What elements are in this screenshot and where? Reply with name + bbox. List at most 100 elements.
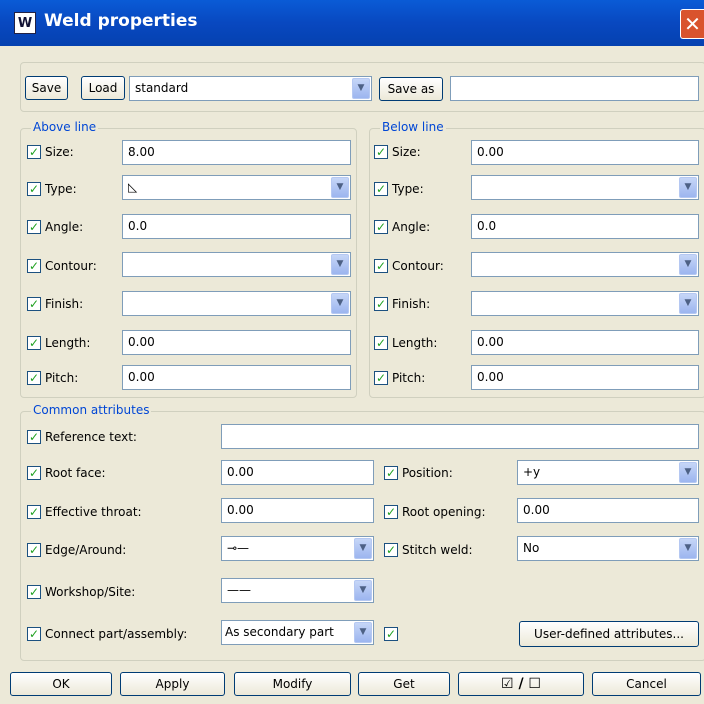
connect-part-dropdown[interactable]: As secondary part ▼ <box>221 620 374 645</box>
checkmark-icon: ✓ <box>27 220 41 234</box>
weld-properties-dialog: W Weld properties ✕ Save Load standard ▼ … <box>0 0 704 704</box>
chevron-down-icon[interactable]: ▼ <box>331 177 349 198</box>
get-button[interactable]: Get <box>358 672 450 696</box>
apply-button[interactable]: Apply <box>120 672 225 696</box>
workshop-site-checkbox[interactable]: ✓ Workshop/Site: <box>27 582 135 602</box>
below-type-label: Type: <box>392 182 424 196</box>
checkmark-icon: ✓ <box>27 430 41 444</box>
below-pitch-input[interactable]: 0.00 <box>471 365 699 390</box>
reference-text-label: Reference text: <box>45 430 137 444</box>
above-pitch-input[interactable]: 0.00 <box>122 365 351 390</box>
root-opening-checkbox[interactable]: ✓ Root opening: <box>384 502 486 522</box>
workshop-site-label: Workshop/Site: <box>45 585 136 599</box>
chevron-down-icon[interactable]: ▼ <box>354 622 372 643</box>
effective-throat-checkbox[interactable]: ✓ Effective throat: <box>27 502 142 522</box>
save-as-name-input[interactable] <box>450 76 699 101</box>
toggle-all-checkbox[interactable]: ✓ <box>384 624 402 644</box>
checkmark-icon: ✓ <box>374 297 388 311</box>
stitch-weld-checkbox[interactable]: ✓ Stitch weld: <box>384 540 473 560</box>
checkmark-icon: ✓ <box>27 627 41 641</box>
below-size-checkbox[interactable]: ✓ Size: <box>374 142 421 162</box>
save-as-button[interactable]: Save as <box>379 77 443 101</box>
checkmark-icon: ✓ <box>27 371 41 385</box>
app-icon: W <box>14 12 36 34</box>
edge-around-checkbox[interactable]: ✓ Edge/Around: <box>27 540 126 560</box>
checkmark-icon: ✓ <box>27 297 41 311</box>
chevron-down-icon[interactable]: ▼ <box>679 177 697 198</box>
above-finish-label: Finish: <box>45 297 84 311</box>
below-finish-checkbox[interactable]: ✓ Finish: <box>374 294 430 314</box>
above-size-input[interactable]: 8.00 <box>122 140 351 165</box>
checkmark-icon: ✓ <box>27 259 41 273</box>
above-finish-checkbox[interactable]: ✓ Finish: <box>27 294 83 314</box>
below-length-input[interactable]: 0.00 <box>471 330 699 355</box>
chevron-down-icon[interactable]: ▼ <box>679 254 697 275</box>
close-button[interactable]: ✕ <box>680 9 704 39</box>
position-dropdown[interactable]: +y ▼ <box>517 460 699 485</box>
root-opening-input[interactable]: 0.00 <box>517 498 699 523</box>
root-face-input[interactable]: 0.00 <box>221 460 374 485</box>
below-length-checkbox[interactable]: ✓ Length: <box>374 333 437 353</box>
chevron-down-icon[interactable]: ▼ <box>331 293 349 314</box>
reference-text-input[interactable] <box>221 424 699 449</box>
chevron-down-icon[interactable]: ▼ <box>679 293 697 314</box>
workshop-site-dropdown[interactable]: —— ▼ <box>221 578 374 603</box>
below-size-input[interactable]: 0.00 <box>471 140 699 165</box>
above-size-checkbox[interactable]: ✓ Size: <box>27 142 74 162</box>
connect-part-checkbox[interactable]: ✓ Connect part/assembly: <box>27 624 187 644</box>
chevron-down-icon[interactable]: ▼ <box>354 538 372 559</box>
root-face-label: Root face: <box>45 466 106 480</box>
above-size-label: Size: <box>45 145 74 159</box>
below-pitch-label: Pitch: <box>392 371 426 385</box>
ok-button[interactable]: OK <box>10 672 112 696</box>
stitch-weld-dropdown[interactable]: No ▼ <box>517 536 699 561</box>
above-length-input[interactable]: 0.00 <box>122 330 351 355</box>
modify-button[interactable]: Modify <box>234 672 351 696</box>
user-defined-attributes-button[interactable]: User-defined attributes... <box>519 621 699 647</box>
effective-throat-label: Effective throat: <box>45 505 142 519</box>
above-angle-input[interactable]: 0.0 <box>122 214 351 239</box>
root-face-checkbox[interactable]: ✓ Root face: <box>27 463 106 483</box>
checkmark-icon: ✓ <box>374 220 388 234</box>
above-type-checkbox[interactable]: ✓ Type: <box>27 179 77 199</box>
below-contour-dropdown[interactable]: ▼ <box>471 252 699 277</box>
preset-dropdown[interactable]: standard ▼ <box>129 76 372 101</box>
above-length-checkbox[interactable]: ✓ Length: <box>27 333 90 353</box>
above-finish-dropdown[interactable]: ▼ <box>122 291 351 316</box>
chevron-down-icon[interactable]: ▼ <box>354 580 372 601</box>
chevron-down-icon[interactable]: ▼ <box>352 78 370 99</box>
below-angle-checkbox[interactable]: ✓ Angle: <box>374 217 430 237</box>
checkmark-icon: ✓ <box>27 145 41 159</box>
above-angle-checkbox[interactable]: ✓ Angle: <box>27 217 83 237</box>
above-pitch-checkbox[interactable]: ✓ Pitch: <box>27 368 78 388</box>
weld-around-icon: ⊸— <box>227 541 250 555</box>
below-angle-input[interactable]: 0.0 <box>471 214 699 239</box>
load-button[interactable]: Load <box>81 76 125 100</box>
cancel-button[interactable]: Cancel <box>592 672 701 696</box>
chevron-down-icon[interactable]: ▼ <box>679 462 697 483</box>
reference-text-checkbox[interactable]: ✓ Reference text: <box>27 427 137 447</box>
effective-throat-input[interactable]: 0.00 <box>221 498 374 523</box>
edge-around-dropdown[interactable]: ⊸— ▼ <box>221 536 374 561</box>
above-contour-dropdown[interactable]: ▼ <box>122 252 351 277</box>
below-type-checkbox[interactable]: ✓ Type: <box>374 179 424 199</box>
chevron-down-icon[interactable]: ▼ <box>331 254 349 275</box>
above-type-dropdown[interactable]: ◺ ▼ <box>122 175 351 200</box>
position-checkbox[interactable]: ✓ Position: <box>384 463 453 483</box>
checkmark-icon: ✓ <box>374 371 388 385</box>
above-line-legend: Above line <box>31 120 99 134</box>
above-contour-checkbox[interactable]: ✓ Contour: <box>27 256 97 276</box>
chevron-down-icon[interactable]: ▼ <box>679 538 697 559</box>
fillet-weld-icon: ◺ <box>128 180 138 194</box>
below-length-label: Length: <box>392 336 438 350</box>
below-type-dropdown[interactable]: ▼ <box>471 175 699 200</box>
checkmark-icon: ✓ <box>384 466 398 480</box>
above-type-label: Type: <box>45 182 77 196</box>
below-finish-dropdown[interactable]: ▼ <box>471 291 699 316</box>
below-pitch-checkbox[interactable]: ✓ Pitch: <box>374 368 425 388</box>
toggle-checkboxes-button[interactable]: ☑ / ☐ <box>458 672 584 696</box>
below-contour-checkbox[interactable]: ✓ Contour: <box>374 256 444 276</box>
checkmark-icon: ✓ <box>384 627 398 641</box>
above-contour-label: Contour: <box>45 259 97 273</box>
save-button[interactable]: Save <box>25 76 68 100</box>
